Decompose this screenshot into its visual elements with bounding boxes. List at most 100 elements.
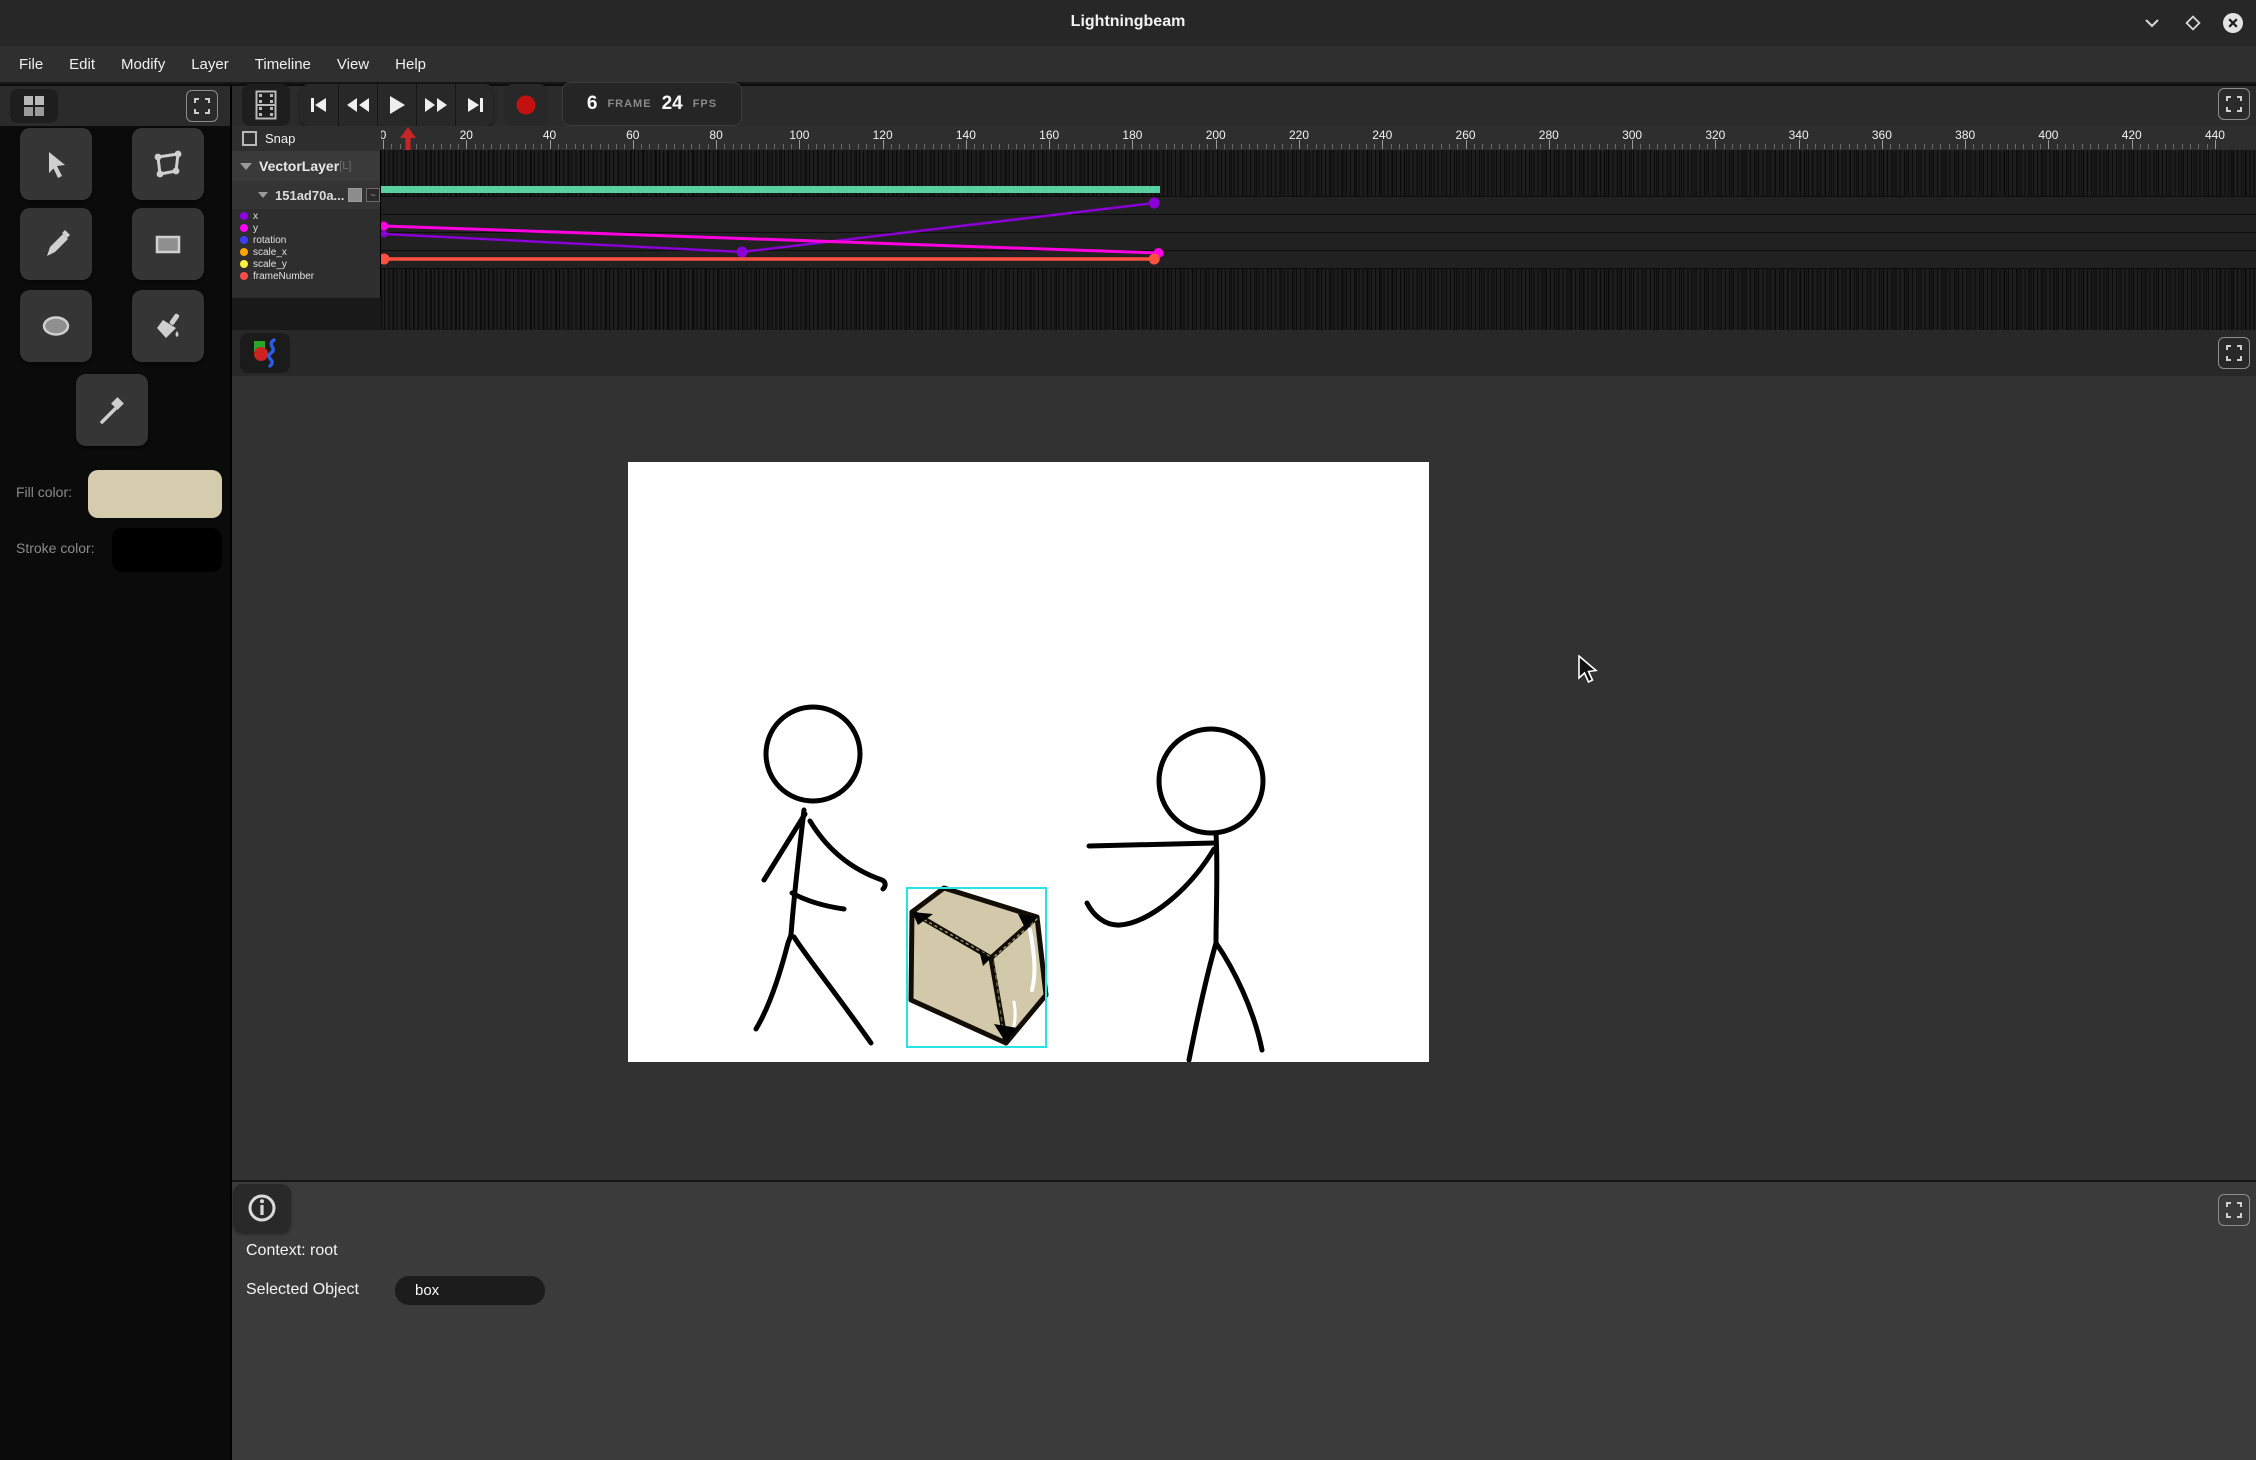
playhead[interactable]: [399, 126, 417, 150]
tool-panel-header: [0, 86, 230, 126]
property-color-dot: [240, 248, 248, 256]
select-tool-button[interactable]: [20, 128, 92, 200]
layer-badge: [L]: [339, 160, 351, 172]
info-icon: [247, 1193, 277, 1223]
canvas-mode-button[interactable]: [240, 333, 290, 373]
fullscreen-icon: [2226, 1202, 2242, 1218]
canvas-stage[interactable]: [628, 462, 1429, 1062]
layer-tree: VectorLayer[L] 151ad70a... ~ xyrotations…: [232, 150, 381, 298]
ellipse-tool-button[interactable]: [20, 290, 92, 362]
property-name: scale_y: [253, 259, 287, 270]
layer-name: VectorLayer: [259, 158, 339, 174]
selected-object-value: box: [415, 1282, 439, 1299]
skip-start-button[interactable]: [300, 84, 339, 126]
ruler-ticks: 0204060801001201401601802002202402602803…: [232, 126, 2256, 150]
play-button[interactable]: [378, 84, 417, 126]
pencil-tool-button[interactable]: [20, 208, 92, 280]
menu-item-modify[interactable]: Modify: [108, 56, 178, 73]
rectangle-icon: [149, 225, 187, 263]
film-strip-icon: [255, 90, 277, 120]
menu-item-edit[interactable]: Edit: [56, 56, 108, 73]
property-row-scale_y[interactable]: scale_y: [232, 258, 380, 270]
context-text: Context: root: [246, 1242, 338, 1260]
fast-forward-button[interactable]: [417, 84, 456, 126]
property-color-dot: [240, 236, 248, 244]
layer-visibility-button[interactable]: [348, 188, 362, 202]
canvas-fullscreen-button[interactable]: [2218, 337, 2250, 369]
canvas-header: [232, 330, 2256, 376]
select-arrow-icon: [38, 146, 74, 182]
film-button[interactable]: [242, 84, 290, 126]
stroke-color-swatch[interactable]: [112, 528, 222, 572]
property-name: x: [253, 211, 258, 222]
snap-checkbox[interactable]: [242, 131, 257, 146]
property-row-scale_x[interactable]: scale_x: [232, 246, 380, 258]
property-row-y[interactable]: y: [232, 222, 380, 234]
maximize-icon[interactable]: [2181, 11, 2205, 35]
property-name: rotation: [253, 235, 286, 246]
property-row-x[interactable]: x: [232, 210, 380, 222]
rewind-icon: [346, 96, 370, 114]
fill-color-label: Fill color:: [16, 484, 72, 500]
minimize-icon[interactable]: [2140, 11, 2164, 35]
inspector-panel: Context: root Selected Object box: [232, 1180, 2256, 1460]
play-icon: [388, 95, 406, 115]
app-window: Lightningbeam FileEditModifyLayerTimelin…: [0, 0, 2256, 1460]
rectangle-tool-button[interactable]: [132, 208, 204, 280]
timeline-toolbar: 6 FRAME 24 FPS: [232, 86, 2256, 126]
title-bar: Lightningbeam: [0, 0, 2256, 46]
child-layer-name: 151ad70a...: [275, 188, 344, 203]
transform-tool-button[interactable]: [132, 128, 204, 200]
timeline-panel: 6 FRAME 24 FPS 0204060801001201401601802…: [232, 86, 2256, 330]
selected-object-input[interactable]: box: [395, 1276, 545, 1305]
menu-item-file[interactable]: File: [6, 56, 56, 73]
timeline-tracks[interactable]: VectorLayer[L] 151ad70a... ~ xyrotations…: [232, 150, 2256, 330]
fill-color-swatch[interactable]: [88, 470, 222, 518]
canvas-panel: [232, 330, 2256, 1180]
curve-x: [384, 203, 1154, 252]
snap-row: Snap: [232, 126, 381, 150]
fullscreen-icon: [2226, 345, 2242, 361]
tool-panel-fullscreen-button[interactable]: [186, 90, 218, 122]
skip-start-icon: [309, 96, 329, 114]
fullscreen-icon: [2226, 96, 2242, 112]
close-icon[interactable]: [2221, 11, 2245, 35]
timeline-fullscreen-button[interactable]: [2218, 88, 2250, 120]
property-name: y: [253, 223, 258, 234]
layer-row-vectorlayer[interactable]: VectorLayer[L]: [232, 151, 380, 181]
record-button[interactable]: [504, 84, 548, 126]
property-color-dot: [240, 212, 248, 220]
property-row-frameNumber[interactable]: frameNumber: [232, 270, 380, 282]
window-title: Lightningbeam: [0, 13, 2256, 31]
eyedropper-icon: [93, 391, 131, 429]
transport-controls: [300, 84, 494, 126]
eyedropper-tool-button[interactable]: [76, 374, 148, 446]
fps-unit-label: FPS: [693, 98, 717, 110]
menu-item-layer[interactable]: Layer: [178, 56, 242, 73]
tool-panel: Fill color: Stroke color:: [0, 86, 232, 1460]
property-name: scale_x: [253, 247, 287, 258]
menu-item-timeline[interactable]: Timeline: [242, 56, 324, 73]
layer-ease-button[interactable]: ~: [366, 188, 380, 202]
property-row-rotation[interactable]: rotation: [232, 234, 380, 246]
property-name: frameNumber: [253, 271, 314, 282]
inspector-fullscreen-button[interactable]: [2218, 1194, 2250, 1226]
timeline-ruler[interactable]: 0204060801001201401601802002202402602803…: [232, 126, 2256, 150]
collapse-caret-icon[interactable]: [258, 192, 268, 198]
info-button[interactable]: [233, 1184, 291, 1232]
menu-item-view[interactable]: View: [324, 56, 382, 73]
pencil-icon: [37, 225, 75, 263]
property-color-dot: [240, 260, 248, 268]
panel-grid-button[interactable]: [10, 89, 58, 123]
selected-object-label: Selected Object: [246, 1281, 359, 1299]
layer-row-child[interactable]: 151ad70a... ~: [232, 181, 380, 209]
mouse-cursor-icon: [1577, 655, 1599, 687]
skip-end-button[interactable]: [456, 84, 494, 126]
rewind-button[interactable]: [339, 84, 378, 126]
collapse-caret-icon[interactable]: [240, 163, 252, 170]
snap-label: Snap: [265, 131, 295, 146]
menu-item-help[interactable]: Help: [382, 56, 439, 73]
keyframe-dot-x: [737, 247, 748, 258]
record-icon: [515, 94, 537, 116]
paint-bucket-tool-button[interactable]: [132, 290, 204, 362]
